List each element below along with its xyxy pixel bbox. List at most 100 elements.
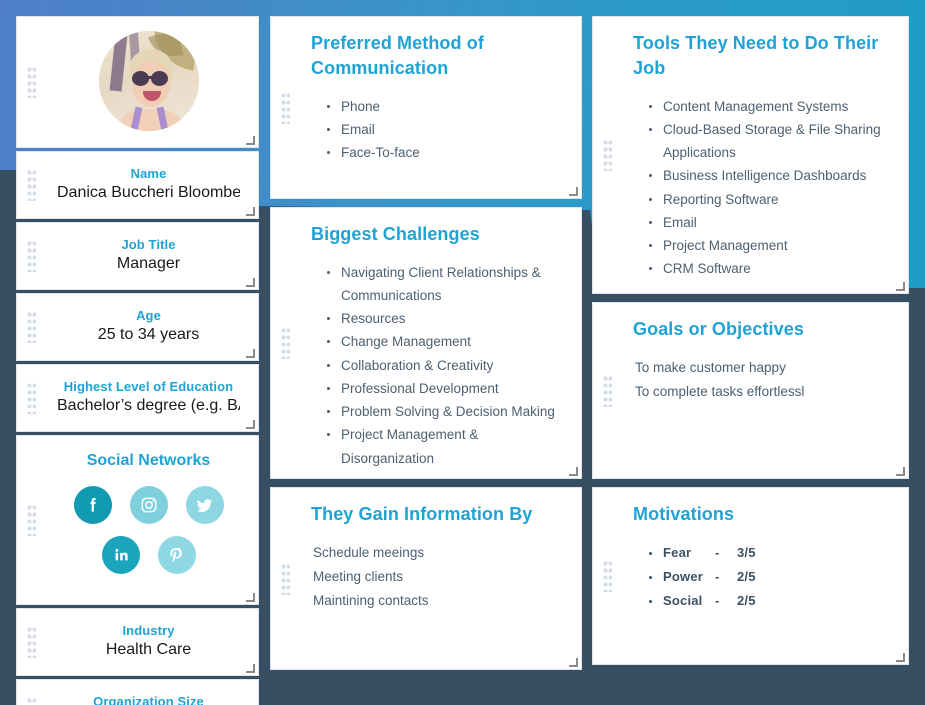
tools-list: Content Management Systems Cloud-Based S… <box>633 95 890 281</box>
field-value: Manager <box>116 255 181 272</box>
motivation-name: Fear <box>663 544 692 560</box>
drag-handle-icon[interactable] <box>27 66 36 98</box>
field-value: 25 to 34 years <box>97 326 200 343</box>
drag-handle-icon[interactable] <box>603 374 612 407</box>
field-card-age[interactable]: Age 25 to 34 years <box>16 293 259 361</box>
drag-handle-icon[interactable] <box>603 139 612 171</box>
column-profile: Name Danica Buccheri Bloomberg Job Title… <box>16 0 259 705</box>
motivation-dash: - <box>715 593 720 609</box>
drag-handle-icon[interactable] <box>27 382 36 414</box>
field-label: Job Title <box>121 237 176 252</box>
field-value: Health Care <box>105 641 192 658</box>
pinterest-icon[interactable] <box>157 536 196 574</box>
drag-handle-icon[interactable] <box>281 562 290 595</box>
resize-handle-icon[interactable] <box>246 593 255 602</box>
linkedin-icon[interactable] <box>101 536 140 574</box>
resize-handle-icon[interactable] <box>246 664 255 673</box>
drag-handle-icon[interactable] <box>27 504 36 536</box>
list-item: To make customer happy <box>635 359 786 375</box>
resize-handle-icon[interactable] <box>246 278 255 287</box>
resize-handle-icon[interactable] <box>569 658 578 667</box>
goals-card[interactable]: Goals or Objectives To make customer hap… <box>592 302 909 479</box>
drag-handle-icon[interactable] <box>603 560 612 592</box>
goals-list: To make customer happy To complete tasks… <box>633 356 890 404</box>
motivation-score: 2/5 <box>737 569 756 584</box>
information-card[interactable]: They Gain Information By Schedule meeing… <box>270 487 582 670</box>
resize-handle-icon[interactable] <box>569 467 578 476</box>
information-list: Schedule meeings Meeting clients Maintin… <box>311 541 563 613</box>
field-value: Danica Buccheri Bloomberg <box>57 184 240 201</box>
field-label: Highest Level of Education <box>63 379 234 394</box>
social-networks-title: Social Networks <box>86 452 211 469</box>
motivation-score: 2/5 <box>737 593 756 609</box>
list-item: Email <box>325 118 563 141</box>
list-item: Business Intelligence Dashboards <box>647 164 890 187</box>
field-card-job-title[interactable]: Job Title Manager <box>16 222 259 290</box>
motivation-score: 3/5 <box>737 544 756 560</box>
card-title: Biggest Challenges <box>311 224 480 244</box>
list-item: Schedule meeings <box>313 544 425 560</box>
motivation-name: Social <box>663 593 703 609</box>
field-label: Age <box>136 308 161 323</box>
motivation-row: Fear - 3/5 <box>647 541 890 565</box>
social-networks-card[interactable]: Social Networks <box>16 435 259 605</box>
card-title: Preferred Method of Communication <box>311 33 484 78</box>
list-item: Navigating Client Relationships & Commun… <box>325 261 563 307</box>
card-title: They Gain Information By <box>311 504 533 524</box>
twitter-icon[interactable] <box>185 486 224 524</box>
list-item: Problem Solving & Decision Making <box>325 400 563 423</box>
list-item: CRM Software <box>647 257 890 280</box>
instagram-icon[interactable] <box>129 486 168 524</box>
list-item: Resources <box>325 307 563 330</box>
resize-handle-icon[interactable] <box>246 349 255 358</box>
motivation-name: Power <box>663 569 704 584</box>
list-item: Professional Development <box>325 377 563 400</box>
motivation-dash: - <box>715 544 720 560</box>
drag-handle-icon[interactable] <box>27 169 36 201</box>
facebook-icon[interactable] <box>73 486 112 524</box>
drag-handle-icon[interactable] <box>281 327 290 359</box>
list-item: To complete tasks effortlessl <box>635 383 805 399</box>
field-card-name[interactable]: Name Danica Buccheri Bloomberg <box>16 151 259 219</box>
motivations-list: Fear -3/5 Power -2/5 Social -2/5 <box>633 541 890 614</box>
field-card-organization-size[interactable]: Organization Size 201-500 employees <box>16 679 259 705</box>
list-item: Project Management <box>647 234 890 257</box>
tools-card[interactable]: Tools They Need to Do Their Job Content … <box>592 16 909 294</box>
list-item: Change Management <box>325 330 563 353</box>
list-item: Cloud-Based Storage & File Sharing Appli… <box>647 118 890 164</box>
resize-handle-icon[interactable] <box>569 187 578 196</box>
resize-handle-icon[interactable] <box>246 420 255 429</box>
drag-handle-icon[interactable] <box>27 240 36 272</box>
field-label: Industry <box>122 623 175 638</box>
field-label: Organization Size <box>93 694 204 705</box>
motivations-card[interactable]: Motivations Fear -3/5 Power -2/5 Social -2/… <box>592 487 909 665</box>
list-item: Email <box>647 211 890 234</box>
column-middle: Preferred Method of Communication Phone … <box>270 0 582 678</box>
resize-handle-icon[interactable] <box>896 467 905 476</box>
resize-handle-icon[interactable] <box>246 136 255 145</box>
challenges-card[interactable]: Biggest Challenges Navigating Client Rel… <box>270 207 582 479</box>
field-card-education[interactable]: Highest Level of Education Bachelor’s de… <box>16 364 259 432</box>
avatar-card[interactable] <box>16 16 259 148</box>
list-item: Meeting clients <box>313 568 404 584</box>
list-item: Project Management & Disorganization <box>325 423 563 469</box>
motivation-row: Power - 2/5 <box>647 565 890 589</box>
communication-card[interactable]: Preferred Method of Communication Phone … <box>270 16 582 199</box>
persona-board: Name Danica Buccheri Bloomberg Job Title… <box>0 0 925 705</box>
resize-handle-icon[interactable] <box>246 207 255 216</box>
challenges-list: Navigating Client Relationships & Commun… <box>311 261 563 470</box>
field-card-industry[interactable]: Industry Health Care <box>16 608 259 676</box>
drag-handle-icon[interactable] <box>281 91 290 124</box>
resize-handle-icon[interactable] <box>896 282 905 291</box>
column-right: Tools They Need to Do Their Job Content … <box>592 0 909 673</box>
drag-handle-icon[interactable] <box>27 697 36 705</box>
resize-handle-icon[interactable] <box>896 653 905 662</box>
list-item: Reporting Software <box>647 188 890 211</box>
motivation-row: Social - 2/5 <box>647 589 890 613</box>
drag-handle-icon[interactable] <box>27 626 36 658</box>
drag-handle-icon[interactable] <box>27 311 36 343</box>
card-title: Tools They Need to Do Their Job <box>633 33 879 78</box>
list-item: Content Management Systems <box>647 95 890 118</box>
card-columns: Name Danica Buccheri Bloomberg Job Title… <box>0 0 925 705</box>
social-row-2 <box>57 536 240 574</box>
